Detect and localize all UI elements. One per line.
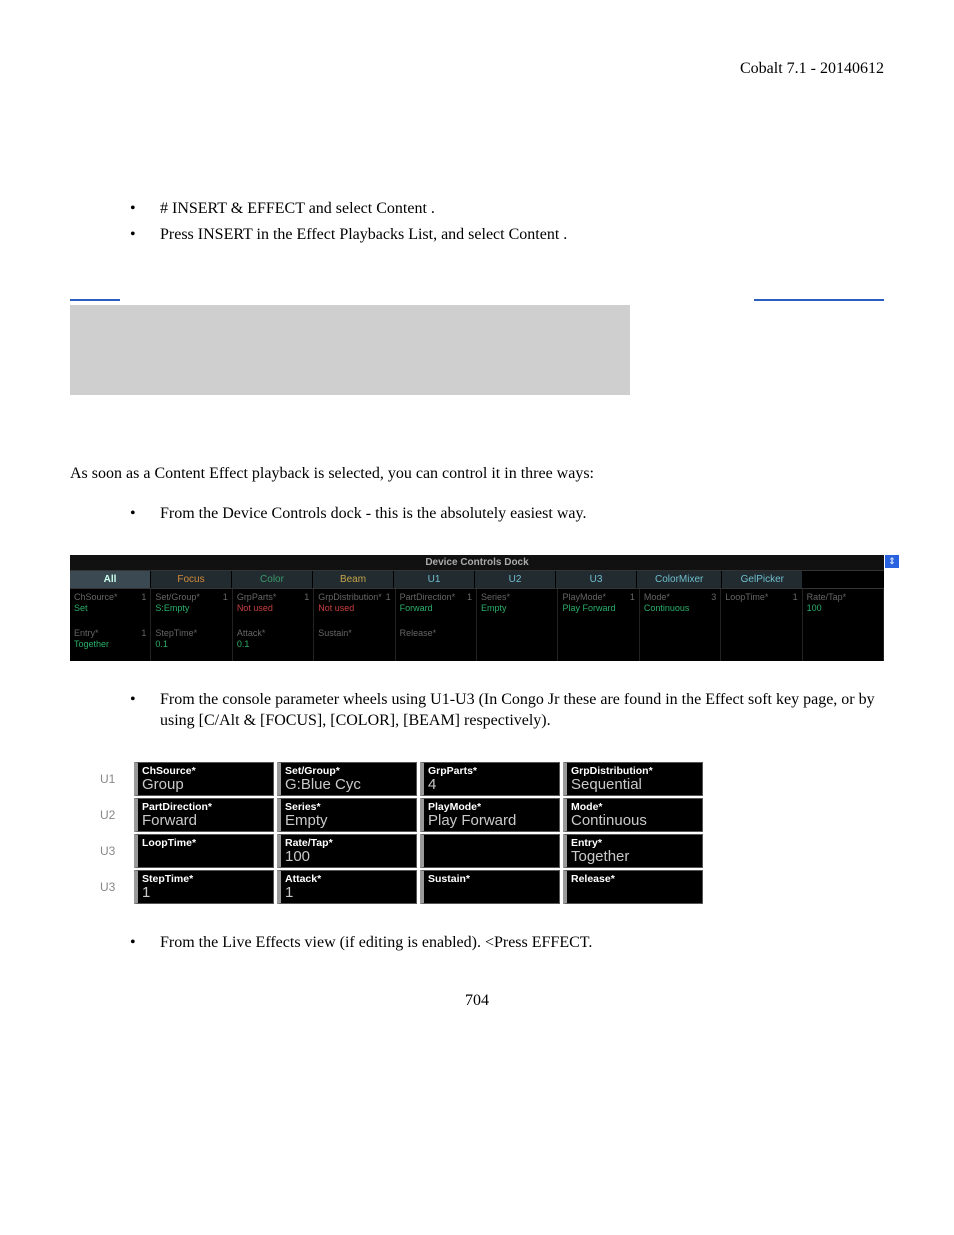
list-item: Press INSERT in the Effect Playbacks Lis… [130,224,884,246]
tab-colormixer[interactable]: ColorMixer [637,571,722,588]
wheel-cell[interactable]: Set/Group*G:Blue Cyc [277,762,417,796]
page-header-right: Cobalt 7.1 - 20140612 [70,60,884,78]
tab-u2[interactable]: U2 [475,571,556,588]
paragraph: As soon as a Content Effect playback is … [70,465,884,483]
dock-cell[interactable]: LoopTime*1 [721,589,802,625]
dock-cell[interactable]: Rate/Tap*100 [803,589,884,625]
wheel-cell[interactable]: GrpParts*4 [420,762,560,796]
dock-cell[interactable]: GrpParts*1Not used [233,589,314,625]
dock-cell[interactable] [640,625,721,661]
list-item: From the console parameter wheels using … [130,689,884,732]
wheel-row-label: U2 [100,798,134,832]
tab-beam[interactable]: Beam [313,571,394,588]
wheel-row: U3StepTime*1Attack*1Sustain* Release* [100,870,884,904]
dock-cell[interactable] [558,625,639,661]
dock-cell[interactable]: Set/Group*1S:Empty [151,589,232,625]
wheel-row: U3LoopTime* Rate/Tap*100 Entry*Together [100,834,884,868]
dock-cell[interactable]: PlayMode*1Play Forward [558,589,639,625]
list-item: # INSERT & EFFECT and select Content . [130,198,884,220]
wheel-cell[interactable]: Rate/Tap*100 [277,834,417,868]
device-controls-dock: ⇕ Device Controls Dock All Focus Color B… [70,555,884,661]
tab-gelpicker[interactable]: GelPicker [722,571,803,588]
list-item: From the Live Effects view (if editing i… [130,932,884,954]
wheel-cell[interactable]: StepTime*1 [134,870,274,904]
dock-cell[interactable]: PartDirection*1Forward [396,589,477,625]
wheel-cell[interactable]: ChSource*Group [134,762,274,796]
list-item: From the Device Controls dock - this is … [130,503,884,525]
dock-row-2: Entry*1TogetherStepTime*0.1Attack*0.1Sus… [70,625,884,661]
tab-spacer [803,571,884,588]
wheel-cell[interactable]: LoopTime* [134,834,274,868]
wheel-row-label: U1 [100,762,134,796]
dock-cell[interactable]: Attack*0.1 [233,625,314,661]
dock-cell[interactable]: Sustain* [314,625,395,661]
wheel-row-label: U3 [100,834,134,868]
dock-cell[interactable]: ChSource*1Set [70,589,151,625]
wheel-row: U2PartDirection*ForwardSeries*EmptyPlayM… [100,798,884,832]
rule-left [70,295,120,301]
wheel-cell[interactable]: Release* [563,870,703,904]
bullets-bottom: From the Live Effects view (if editing i… [70,932,884,954]
wheel-cell[interactable]: PlayMode*Play Forward [420,798,560,832]
dock-cell[interactable]: GrpDistribution*1Not used [314,589,395,625]
wheels-panel: U1ChSource*GroupSet/Group*G:Blue CycGrpP… [100,762,884,904]
wheel-cell[interactable]: Entry*Together [563,834,703,868]
dock-title: Device Controls Dock [70,555,884,571]
wheel-cell[interactable]: PartDirection*Forward [134,798,274,832]
dock-cell[interactable] [803,625,884,661]
tab-u1[interactable]: U1 [394,571,475,588]
bullets-mid: From the Device Controls dock - this is … [70,503,884,525]
dock-cell[interactable]: Entry*1Together [70,625,151,661]
placeholder-box [70,305,630,395]
tab-all[interactable]: All [70,571,151,588]
tab-focus[interactable]: Focus [151,571,232,588]
wheel-cell[interactable]: Mode*Continuous [563,798,703,832]
rule-right [754,295,884,301]
dock-tabs: All Focus Color Beam U1 U2 U3 ColorMixer… [70,571,884,589]
dock-cell[interactable]: Series*Empty [477,589,558,625]
dock-cell[interactable]: Mode*3Continuous [640,589,721,625]
bullets-after-dock: From the console parameter wheels using … [70,689,884,732]
wheel-cell[interactable]: Attack*1 [277,870,417,904]
tab-u3[interactable]: U3 [556,571,637,588]
wheel-cell[interactable]: Series*Empty [277,798,417,832]
tab-color[interactable]: Color [232,571,313,588]
dock-cell[interactable]: StepTime*0.1 [151,625,232,661]
page-number: 704 [70,992,884,1010]
dock-cell[interactable] [721,625,802,661]
wheel-cell[interactable]: GrpDistribution*Sequential [563,762,703,796]
dock-row-1: ChSource*1SetSet/Group*1S:EmptyGrpParts*… [70,589,884,625]
wheel-cell[interactable]: Sustain* [420,870,560,904]
blue-rules [70,295,884,301]
wheel-row: U1ChSource*GroupSet/Group*G:Blue CycGrpP… [100,762,884,796]
wheel-row-label: U3 [100,870,134,904]
bullets-top: # INSERT & EFFECT and select Content . P… [70,198,884,245]
dock-cell[interactable]: Release* [396,625,477,661]
wheel-cell[interactable] [420,834,560,868]
expand-icon[interactable]: ⇕ [885,555,899,568]
dock-cell[interactable] [477,625,558,661]
